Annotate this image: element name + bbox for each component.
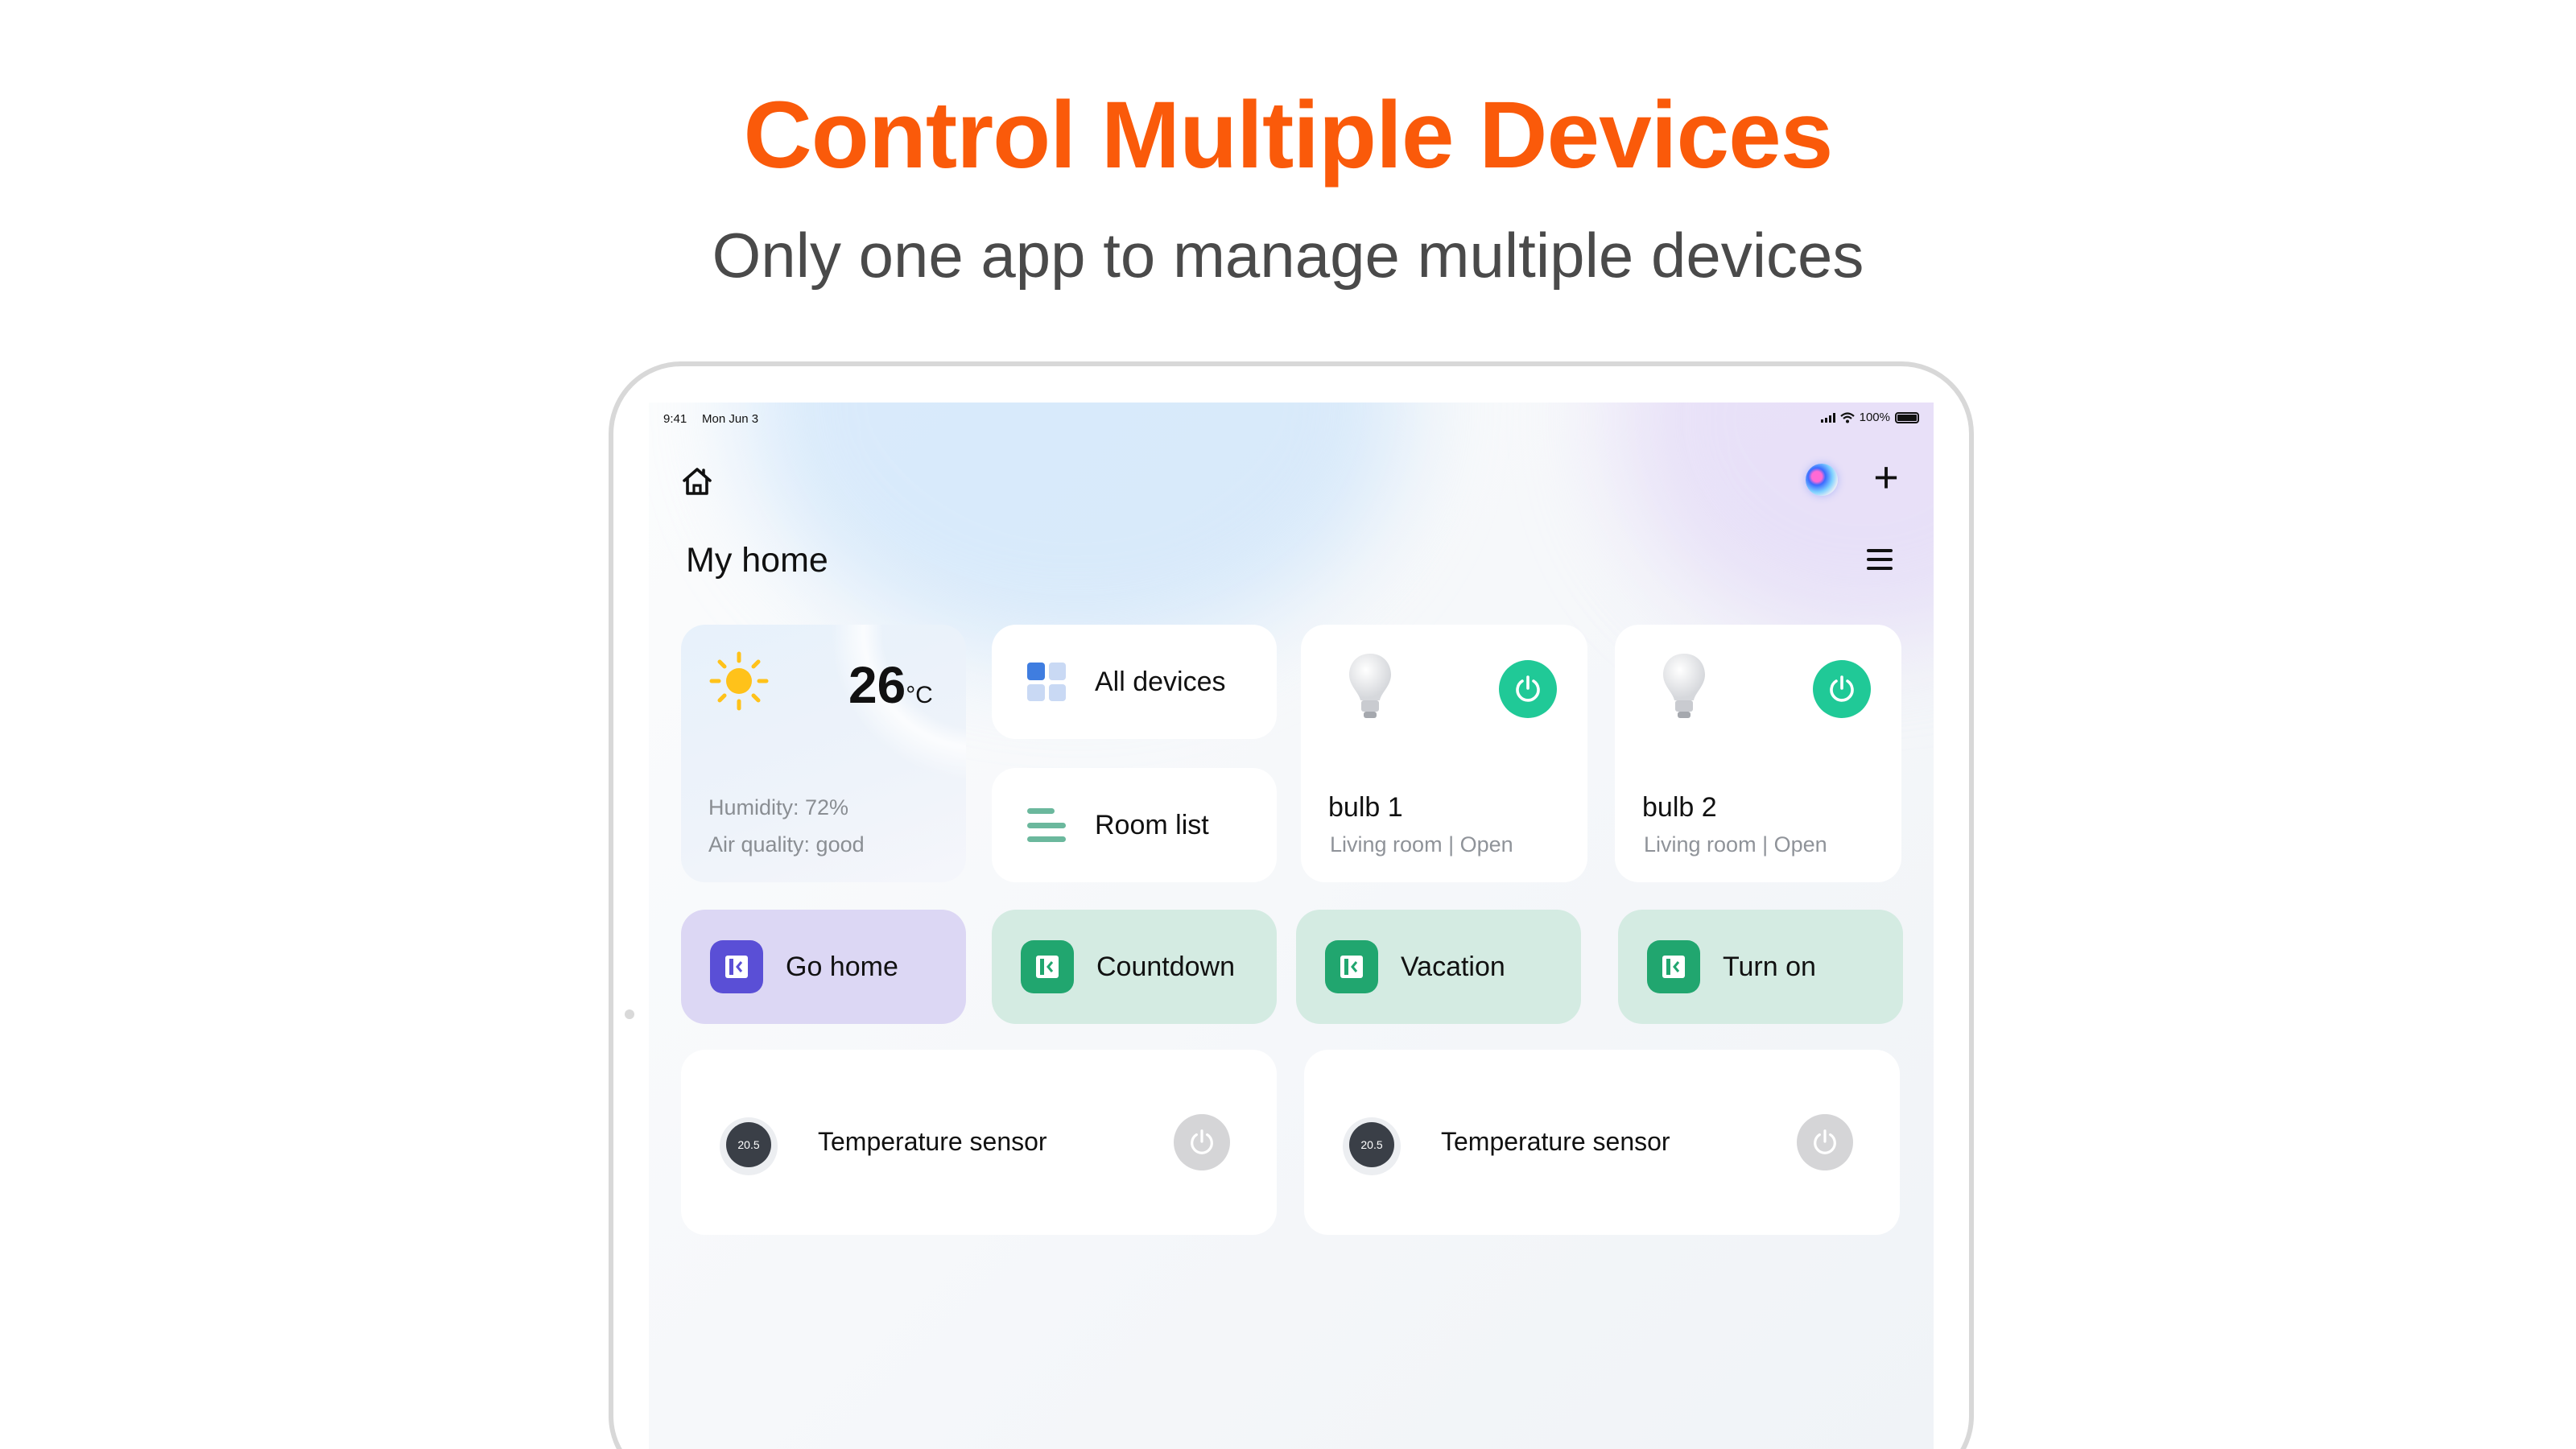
sensor-reading: 20.5 (1360, 1138, 1382, 1151)
power-icon (1516, 675, 1540, 702)
all-devices-button[interactable]: All devices (992, 625, 1277, 739)
scene-icon (710, 940, 763, 993)
bulb-power-button[interactable] (1813, 660, 1871, 718)
bulb-icon (1349, 654, 1391, 718)
temperature-sensor-card[interactable]: 20.5 Temperature sensor (681, 1050, 1277, 1235)
sensor-reading: 20.5 (737, 1138, 759, 1151)
air-quality-text: Air quality: good (708, 832, 865, 857)
temperature-value: 26°C (848, 656, 933, 714)
add-device-button[interactable]: + (1866, 456, 1906, 499)
power-icon (1814, 1129, 1836, 1154)
temperature-unit: °C (906, 682, 933, 708)
cellular-signal-icon (1820, 412, 1835, 423)
status-bar: 9:41 Mon Jun 3 100% (649, 402, 1934, 435)
scene-go-home[interactable]: Go home (681, 910, 966, 1024)
all-devices-label: All devices (1095, 666, 1226, 697)
scene-label: Go home (786, 951, 898, 982)
room-list-label: Room list (1095, 809, 1209, 840)
bulb-icon (1663, 654, 1705, 718)
bulb-power-button[interactable] (1499, 660, 1557, 718)
bulb-status: Living room | Open (1644, 832, 1827, 857)
marketing-subheadline: Only one app to manage multiple devices (712, 220, 1864, 291)
thermostat-icon: 20.5 (1343, 1117, 1401, 1175)
background-glow-purple (1615, 402, 1934, 644)
battery-icon (1895, 411, 1919, 423)
bulb-status: Living room | Open (1330, 832, 1513, 857)
battery-percent: 100% (1859, 411, 1890, 424)
power-icon (1830, 675, 1854, 702)
sensor-name: Temperature sensor (1441, 1127, 1670, 1156)
bulb-name: bulb 2 (1642, 792, 1717, 823)
scene-vacation[interactable]: Vacation (1296, 910, 1581, 1024)
scene-label: Countdown (1096, 951, 1236, 982)
bulb-card[interactable]: bulb 1 Living room | Open (1301, 625, 1587, 882)
marketing-headline: Control Multiple Devices (743, 82, 1834, 188)
scene-label: Vacation (1401, 951, 1505, 982)
wifi-icon (1839, 411, 1855, 423)
sensor-power-button[interactable] (1174, 1114, 1230, 1170)
home-icon[interactable] (679, 464, 715, 499)
camera-dot (625, 1009, 634, 1019)
background-glow-blue (745, 402, 1406, 660)
bulb-name: bulb 1 (1328, 792, 1403, 823)
temperature-sensor-card[interactable]: 20.5 Temperature sensor (1304, 1050, 1900, 1235)
weather-card[interactable]: 26°C Humidity: 72% Air quality: good (681, 625, 966, 882)
thermostat-icon: 20.5 (720, 1117, 778, 1175)
scene-icon (1325, 940, 1378, 993)
power-icon (1191, 1129, 1213, 1154)
humidity-text: Humidity: 72% (708, 795, 849, 819)
room-list-button[interactable]: Room list (992, 768, 1277, 882)
status-indicators: 100% (1820, 411, 1919, 424)
scene-icon (1647, 940, 1700, 993)
app-screen: 9:41 Mon Jun 3 100% + My home 26°C Humid… (649, 402, 1934, 1449)
bulb-card[interactable]: bulb 2 Living room | Open (1615, 625, 1901, 882)
status-time: 9:41 (663, 412, 687, 426)
scene-label: Turn on (1723, 951, 1816, 982)
grid-icon (1027, 663, 1066, 701)
status-date: Mon Jun 3 (702, 412, 759, 426)
page-title[interactable]: My home (686, 541, 828, 580)
assistant-avatar-icon[interactable] (1806, 464, 1838, 496)
sensor-power-button[interactable] (1797, 1114, 1853, 1170)
menu-icon[interactable] (1864, 546, 1896, 573)
sensor-name: Temperature sensor (818, 1127, 1047, 1156)
sun-icon (709, 651, 769, 711)
scene-countdown[interactable]: Countdown (992, 910, 1277, 1024)
scene-turn-on[interactable]: Turn on (1618, 910, 1903, 1024)
list-icon (1027, 808, 1066, 842)
scene-icon (1021, 940, 1074, 993)
